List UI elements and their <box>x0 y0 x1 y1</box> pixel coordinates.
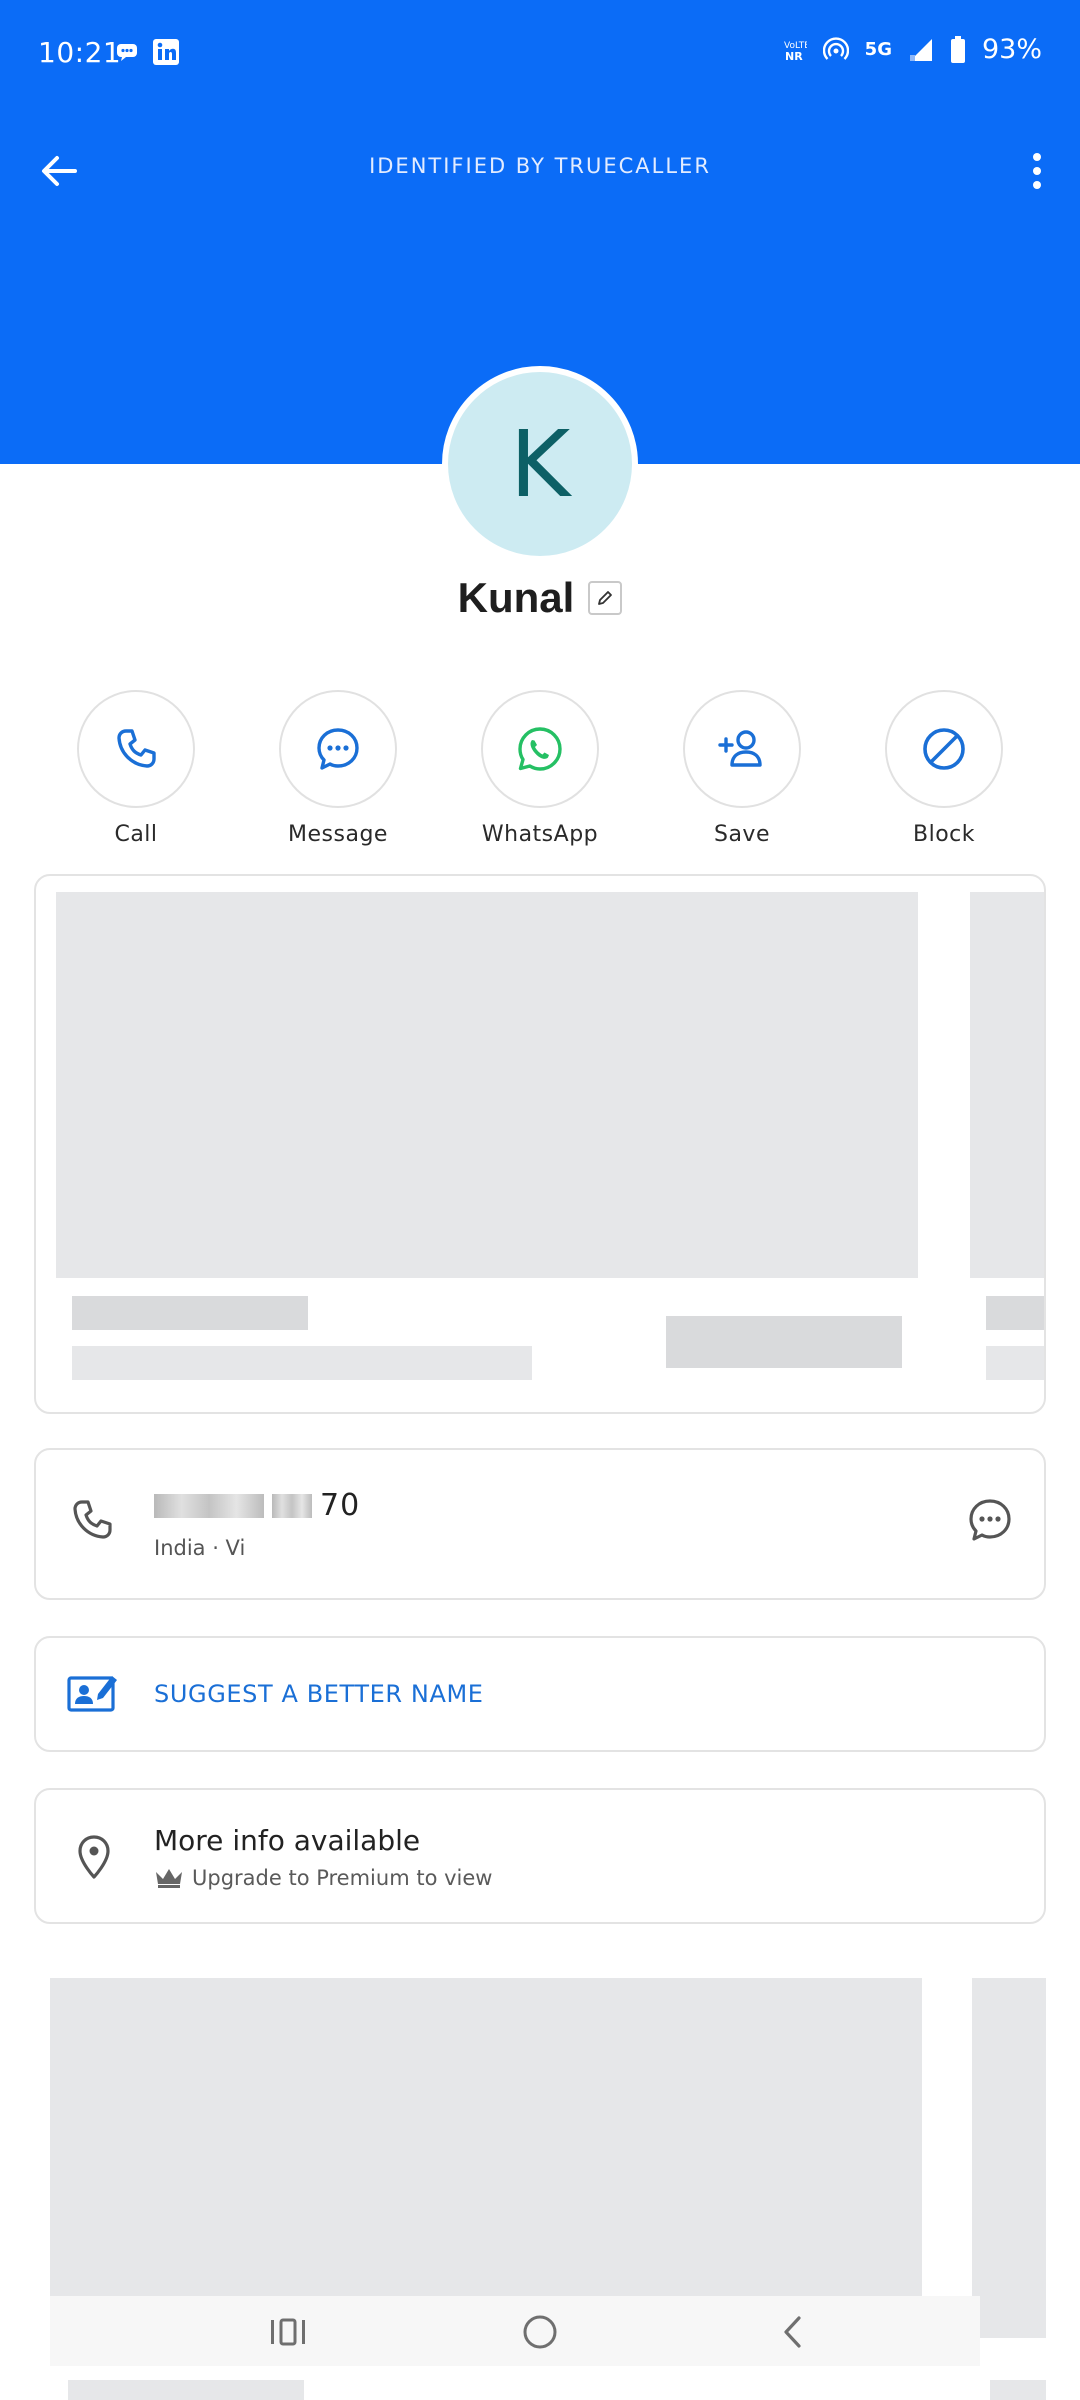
whatsapp-button[interactable] <box>481 690 599 808</box>
battery-percent: 93% <box>981 34 1042 65</box>
suggest-name-card[interactable]: SUGGEST A BETTER NAME <box>34 1636 1046 1752</box>
action-buttons: Call Message WhatsApp Save Block <box>0 690 1080 850</box>
contact-name-row: Kunal <box>0 574 1080 622</box>
recent-apps-icon <box>271 2318 305 2346</box>
avatar-initial: K <box>509 410 571 518</box>
message-action[interactable]: Message <box>258 690 418 847</box>
placeholder-line <box>986 1346 1044 1380</box>
save-button[interactable] <box>683 690 801 808</box>
phone-icon <box>73 1500 112 1539</box>
placeholder-line <box>986 1296 1044 1330</box>
save-action[interactable]: Save <box>662 690 822 847</box>
more-vert-icon <box>1033 153 1041 189</box>
redacted-number <box>154 1493 264 1518</box>
placeholder-button <box>666 1316 902 1368</box>
placeholder-line <box>72 1346 532 1380</box>
more-info-card[interactable]: More info available Upgrade to Premium t… <box>34 1788 1046 1924</box>
whatsapp-action[interactable]: WhatsApp <box>460 690 620 847</box>
block-action[interactable]: Block <box>864 690 1024 847</box>
message-icon <box>317 728 359 770</box>
placeholder-image <box>50 1978 922 2338</box>
call-label: Call <box>114 822 158 847</box>
call-button[interactable] <box>77 690 195 808</box>
edit-name-button[interactable] <box>588 581 623 615</box>
more-options-button[interactable] <box>1008 142 1066 200</box>
whatsapp-icon <box>518 727 562 771</box>
block-button[interactable] <box>885 690 1003 808</box>
placeholder-line <box>68 2380 304 2400</box>
whatsapp-label: WhatsApp <box>481 822 599 847</box>
contact-name: Kunal <box>457 574 575 621</box>
placeholder-image-next <box>972 1978 1046 2338</box>
toolbar: IDENTIFIED BY TRUECALLER <box>0 120 1080 220</box>
linkedin-icon <box>153 39 179 65</box>
add-person-icon <box>718 730 762 767</box>
battery-icon <box>950 35 965 63</box>
placeholder-image <box>56 892 918 1278</box>
location-pin-icon <box>78 1835 110 1879</box>
premium-upgrade-text: Upgrade to Premium to view <box>192 1866 493 1890</box>
status-time: 10:21 <box>38 36 122 69</box>
premium-upgrade-note: Upgrade to Premium to view <box>154 1866 492 1890</box>
suggest-better-name-link[interactable]: SUGGEST A BETTER NAME <box>154 1680 484 1708</box>
placeholder-line <box>72 1296 308 1330</box>
ad-placeholder-card <box>34 874 1046 1414</box>
system-back-button[interactable] <box>762 2308 822 2356</box>
phone-details: India · Vi <box>154 1536 246 1560</box>
status-bar: 10:21 VoLTENR 5G 93% <box>0 0 1080 110</box>
hotspot-icon <box>822 36 849 60</box>
network-type: 5G <box>864 39 892 60</box>
recent-apps-button[interactable] <box>258 2308 318 2356</box>
block-label: Block <box>912 822 975 847</box>
message-label: Message <box>288 822 388 847</box>
home-circle-icon <box>523 2315 557 2349</box>
home-button[interactable] <box>510 2308 570 2356</box>
phone-number-suffix: 70 <box>320 1488 361 1523</box>
placeholder-image-next <box>970 892 1044 1278</box>
call-action[interactable]: Call <box>56 690 216 847</box>
chevron-left-icon <box>784 2316 801 2348</box>
placeholder-line <box>990 2380 1046 2400</box>
toolbar-title: IDENTIFIED BY TRUECALLER <box>369 154 711 178</box>
redacted-number <box>272 1493 312 1518</box>
more-info-title: More info available <box>154 1824 421 1857</box>
system-navigation-bar <box>50 2296 980 2366</box>
send-message-button[interactable] <box>966 1496 1014 1548</box>
edit-contact-card-icon <box>67 1676 117 1712</box>
svg-text:NR: NR <box>785 50 803 63</box>
phone-number-card[interactable]: 70 India · Vi <box>34 1448 1046 1600</box>
phone-number: 70 <box>154 1488 360 1523</box>
block-icon <box>923 728 965 770</box>
chat-notification-icon <box>117 44 137 61</box>
message-button[interactable] <box>279 690 397 808</box>
crown-icon <box>156 1869 182 1888</box>
save-label: Save <box>713 822 770 847</box>
pencil-icon <box>598 591 613 605</box>
signal-icon <box>909 38 932 61</box>
volte-nr-icon: VoLTENR <box>784 41 807 63</box>
message-icon <box>969 1499 1011 1541</box>
avatar: K <box>442 366 638 562</box>
phone-icon <box>117 729 156 768</box>
